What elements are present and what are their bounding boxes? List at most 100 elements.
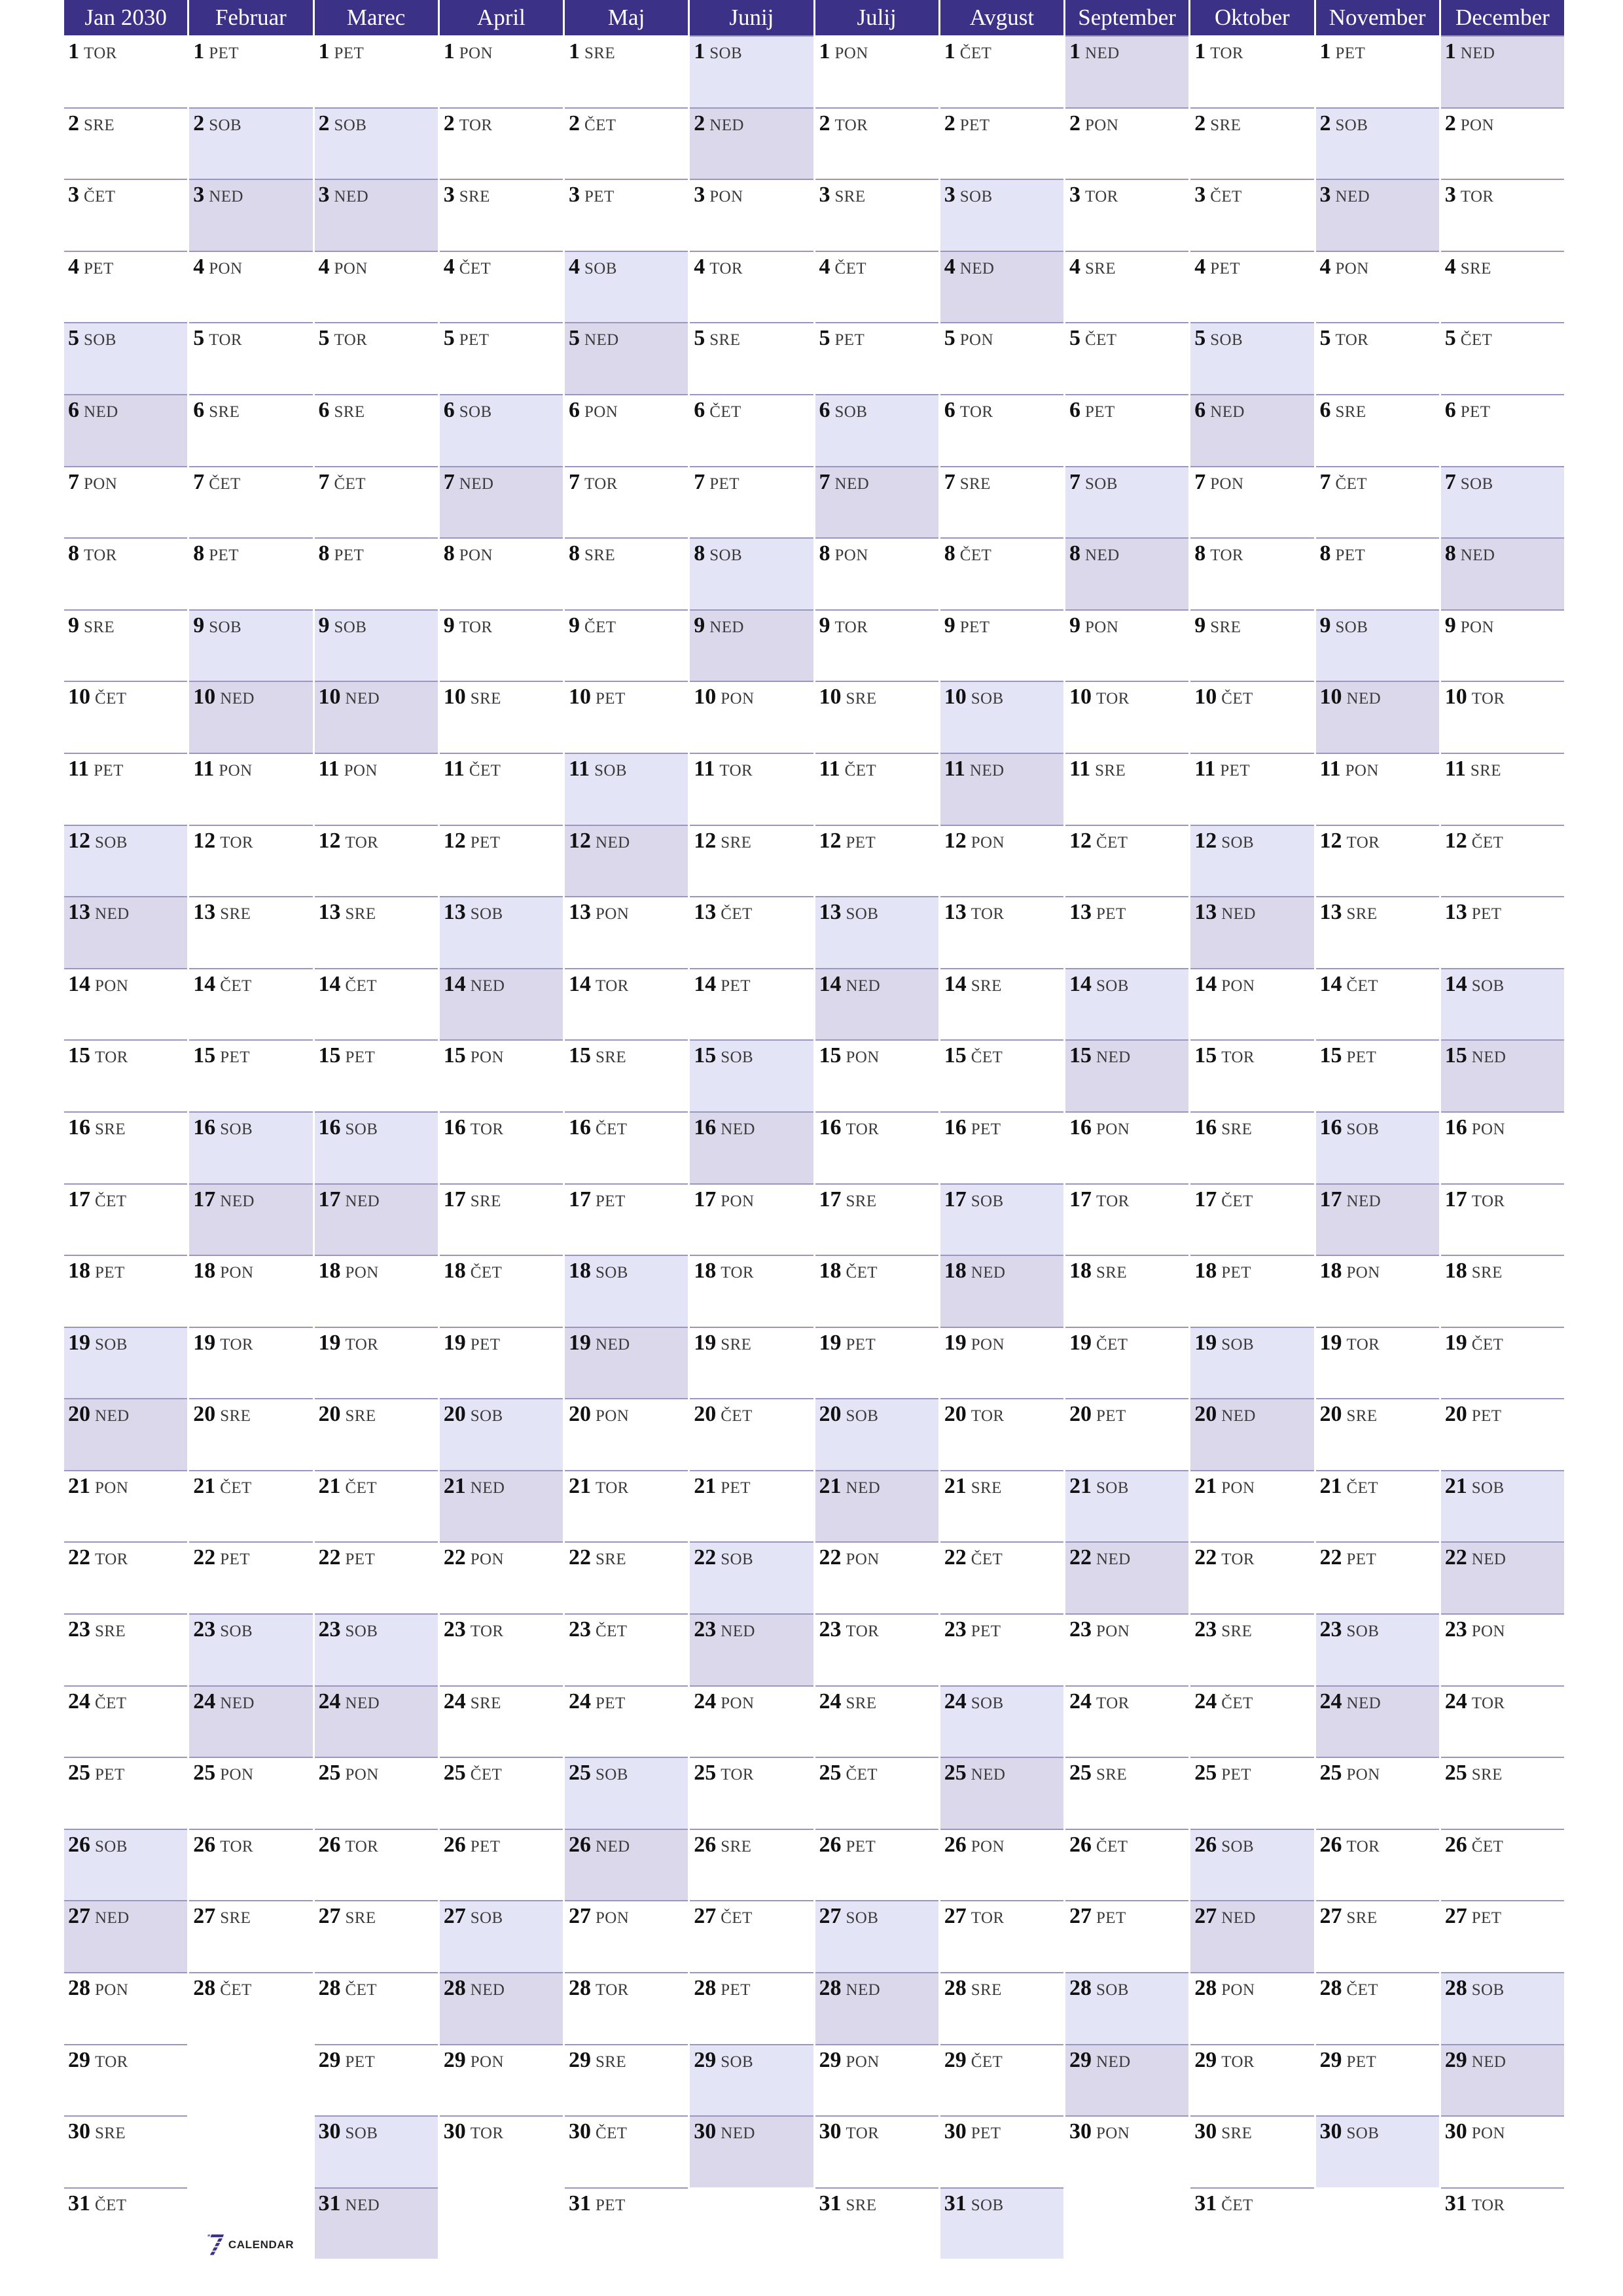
day-cell[interactable]: 24 PET: [565, 1685, 688, 1757]
day-cell[interactable]: 17 NED: [1315, 1183, 1439, 1255]
day-cell[interactable]: 31 SRE: [815, 2187, 938, 2259]
day-cell[interactable]: 2 NED: [690, 107, 813, 179]
day-cell[interactable]: 23 PET: [940, 1613, 1063, 1685]
day-cell[interactable]: 12 PET: [439, 824, 563, 897]
day-cell[interactable]: 1 PON: [439, 35, 563, 107]
day-cell[interactable]: 2 TOR: [815, 107, 938, 179]
day-cell[interactable]: 16 SRE: [64, 1111, 188, 1183]
day-cell[interactable]: 17 NED: [189, 1183, 313, 1255]
day-cell[interactable]: 23 PON: [1440, 1613, 1564, 1685]
day-cell[interactable]: 29 TOR: [1190, 2043, 1314, 2116]
day-cell[interactable]: 15 ČET: [940, 1039, 1063, 1111]
day-cell[interactable]: 1 SOB: [690, 35, 813, 107]
day-cell[interactable]: 7 PON: [1190, 465, 1314, 538]
day-cell[interactable]: 28 ČET: [314, 1972, 438, 2044]
day-cell[interactable]: 17 PON: [690, 1183, 813, 1255]
day-cell[interactable]: 14 NED: [815, 967, 938, 1040]
day-cell[interactable]: 8 SRE: [565, 537, 688, 609]
day-cell[interactable]: 20 SOB: [439, 1398, 563, 1470]
day-cell[interactable]: 2 PON: [1065, 107, 1189, 179]
day-cell[interactable]: 18 NED: [940, 1255, 1063, 1327]
day-cell[interactable]: 12 PON: [940, 824, 1063, 897]
day-cell[interactable]: 22 PET: [189, 1541, 313, 1614]
day-cell[interactable]: 9 SOB: [1315, 609, 1439, 681]
day-cell[interactable]: 21 PON: [64, 1469, 188, 1542]
day-cell[interactable]: 12 TOR: [189, 824, 313, 897]
day-cell[interactable]: 8 PON: [815, 537, 938, 609]
day-cell[interactable]: 29 TOR: [64, 2043, 188, 2116]
day-cell[interactable]: 2 SOB: [1315, 107, 1439, 179]
day-cell[interactable]: 20 PET: [1440, 1398, 1564, 1470]
day-cell[interactable]: 20 SOB: [815, 1398, 938, 1470]
day-cell[interactable]: 17 PET: [565, 1183, 688, 1255]
day-cell[interactable]: 10 NED: [314, 681, 438, 753]
day-cell[interactable]: 27 SOB: [815, 1900, 938, 1973]
day-cell[interactable]: 11 SRE: [1065, 752, 1189, 825]
day-cell[interactable]: 6 PET: [1440, 393, 1564, 466]
day-cell[interactable]: 13 PON: [565, 896, 688, 968]
day-cell[interactable]: 19 PET: [439, 1326, 563, 1399]
day-cell[interactable]: 24 SOB: [940, 1685, 1063, 1757]
day-cell[interactable]: 11 PON: [189, 752, 313, 825]
day-cell[interactable]: 16 SOB: [314, 1111, 438, 1183]
day-cell[interactable]: 4 PET: [64, 250, 188, 323]
day-cell[interactable]: 7 NED: [439, 465, 563, 538]
day-cell[interactable]: 20 TOR: [940, 1398, 1063, 1470]
day-cell[interactable]: 8 PET: [314, 537, 438, 609]
day-cell[interactable]: 25 TOR: [690, 1757, 813, 1829]
day-cell[interactable]: 22 TOR: [1190, 1541, 1314, 1614]
day-cell[interactable]: 7 PON: [64, 465, 188, 538]
day-cell[interactable]: 2 SOB: [314, 107, 438, 179]
day-cell[interactable]: 15 NED: [1065, 1039, 1189, 1111]
day-cell[interactable]: 15 TOR: [64, 1039, 188, 1111]
day-cell[interactable]: 12 ČET: [1065, 824, 1189, 897]
day-cell[interactable]: 8 ČET: [940, 537, 1063, 609]
day-cell[interactable]: 24 TOR: [1440, 1685, 1564, 1757]
day-cell[interactable]: 14 NED: [439, 967, 563, 1040]
day-cell[interactable]: 15 PON: [815, 1039, 938, 1111]
day-cell[interactable]: 12 SOB: [64, 824, 188, 897]
day-cell[interactable]: 2 ČET: [565, 107, 688, 179]
day-cell[interactable]: 28 SRE: [940, 1972, 1063, 2044]
day-cell[interactable]: 15 PET: [1315, 1039, 1439, 1111]
day-cell[interactable]: 24 SRE: [815, 1685, 938, 1757]
day-cell[interactable]: 7 ČET: [1315, 465, 1439, 538]
day-cell[interactable]: 20 PET: [1065, 1398, 1189, 1470]
day-cell[interactable]: 14 TOR: [565, 967, 688, 1040]
day-cell[interactable]: 28 TOR: [565, 1972, 688, 2044]
day-cell[interactable]: 4 SRE: [1065, 250, 1189, 323]
day-cell[interactable]: 31 ČET: [1190, 2187, 1314, 2259]
day-cell[interactable]: 9 SOB: [189, 609, 313, 681]
day-cell[interactable]: 2 SOB: [189, 107, 313, 179]
day-cell[interactable]: 27 PET: [1440, 1900, 1564, 1973]
day-cell[interactable]: 5 ČET: [1065, 322, 1189, 394]
day-cell[interactable]: 1 PET: [189, 35, 313, 107]
day-cell[interactable]: 14 SRE: [940, 967, 1063, 1040]
day-cell[interactable]: 29 NED: [1065, 2043, 1189, 2116]
day-cell[interactable]: 25 PON: [189, 1757, 313, 1829]
day-cell[interactable]: 28 PON: [1190, 1972, 1314, 2044]
day-cell[interactable]: 11 TOR: [690, 752, 813, 825]
day-cell[interactable]: 15 TOR: [1190, 1039, 1314, 1111]
day-cell[interactable]: 14 PON: [1190, 967, 1314, 1040]
day-cell[interactable]: 27 SRE: [189, 1900, 313, 1973]
day-cell[interactable]: 10 NED: [189, 681, 313, 753]
day-cell[interactable]: 29 PET: [314, 2043, 438, 2116]
day-cell[interactable]: 28 SOB: [1065, 1972, 1189, 2044]
day-cell[interactable]: 3 SOB: [940, 179, 1063, 251]
day-cell[interactable]: 3 PET: [565, 179, 688, 251]
day-cell[interactable]: 5 PON: [940, 322, 1063, 394]
day-cell[interactable]: 30 TOR: [815, 2115, 938, 2187]
day-cell[interactable]: 21 ČET: [314, 1469, 438, 1542]
day-cell[interactable]: 11 SOB: [565, 752, 688, 825]
day-cell[interactable]: 3 SRE: [815, 179, 938, 251]
day-cell[interactable]: 12 NED: [565, 824, 688, 897]
day-cell[interactable]: 16 PON: [1065, 1111, 1189, 1183]
day-cell[interactable]: 29 ČET: [940, 2043, 1063, 2116]
day-cell[interactable]: 4 PET: [1190, 250, 1314, 323]
day-cell[interactable]: 22 NED: [1440, 1541, 1564, 1614]
day-cell[interactable]: 12 PET: [815, 824, 938, 897]
day-cell[interactable]: 23 SOB: [1315, 1613, 1439, 1685]
day-cell[interactable]: 4 SRE: [1440, 250, 1564, 323]
day-cell[interactable]: 7 ČET: [314, 465, 438, 538]
